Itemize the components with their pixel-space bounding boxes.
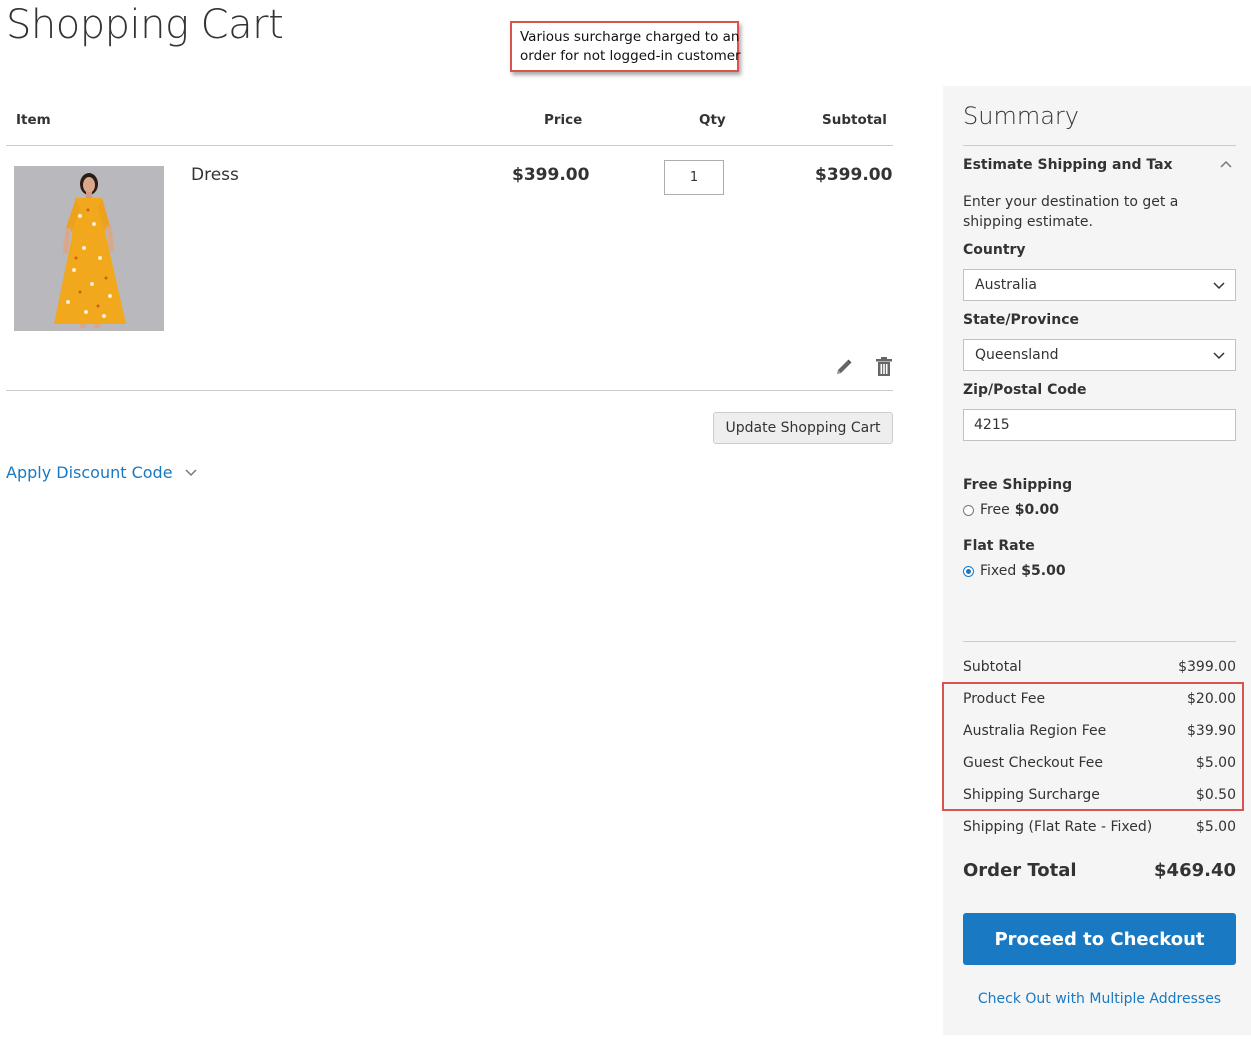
page-title: Shopping Cart	[6, 2, 284, 48]
flat-rate-price: $5.00	[1021, 563, 1066, 579]
flat-rate-radio[interactable]	[963, 565, 974, 577]
product-price: $399.00	[512, 165, 590, 185]
summary-title-divider	[963, 145, 1236, 146]
order-total-label: Order Total	[963, 860, 1077, 881]
header-divider	[6, 145, 893, 146]
country-select[interactable]: Australia	[963, 269, 1236, 301]
state-select-value: Queensland	[975, 347, 1059, 363]
free-shipping-radio[interactable]	[963, 504, 974, 516]
apply-discount-toggle[interactable]: Apply Discount Code	[6, 463, 197, 482]
free-shipping-title: Free Shipping	[963, 477, 1073, 493]
country-select-value: Australia	[975, 277, 1037, 293]
chevron-up-icon[interactable]	[1220, 160, 1232, 168]
row-divider	[6, 390, 893, 391]
order-total-value: $469.40	[1154, 860, 1236, 881]
totals-row-shipping: Shipping (Flat Rate - Fixed) $5.00	[963, 819, 1236, 835]
chevron-down-icon	[1213, 352, 1225, 360]
flat-rate-title: Flat Rate	[963, 538, 1035, 554]
order-total: Order Total $469.40	[963, 860, 1236, 881]
column-header-qty: Qty	[699, 112, 726, 128]
estimate-shipping-toggle[interactable]: Estimate Shipping and Tax	[963, 157, 1173, 173]
summary-title: Summary	[963, 102, 1079, 130]
free-shipping-option[interactable]: Free $0.00	[963, 502, 1059, 518]
trash-icon[interactable]	[875, 357, 893, 377]
product-image[interactable]	[14, 166, 164, 331]
zip-input[interactable]: 4215	[963, 409, 1236, 441]
free-shipping-price: $0.00	[1014, 502, 1060, 518]
update-cart-button[interactable]: Update Shopping Cart	[713, 412, 893, 444]
product-name[interactable]: Dress	[191, 165, 239, 185]
totals-row-subtotal: Subtotal $399.00	[963, 659, 1236, 675]
callout-line-1: Various surcharge charged to an	[520, 29, 740, 45]
totals-label: Shipping (Flat Rate - Fixed)	[963, 819, 1153, 835]
surcharge-highlight-box	[942, 682, 1244, 811]
proceed-to-checkout-button[interactable]: Proceed to Checkout	[963, 913, 1236, 965]
flat-rate-option[interactable]: Fixed $5.00	[963, 563, 1066, 579]
free-shipping-option-label: Free	[980, 502, 1010, 518]
qty-input[interactable]	[664, 160, 724, 195]
flat-rate-option-label: Fixed	[980, 563, 1017, 579]
apply-discount-label: Apply Discount Code	[6, 463, 173, 482]
chevron-down-icon	[185, 468, 197, 476]
state-select[interactable]: Queensland	[963, 339, 1236, 371]
totals-value: $5.00	[1195, 819, 1236, 835]
multi-address-checkout-link[interactable]: Check Out with Multiple Addresses	[963, 991, 1236, 1007]
column-header-price: Price	[544, 112, 583, 128]
totals-value: $399.00	[1178, 659, 1236, 675]
pencil-icon[interactable]	[835, 358, 853, 376]
totals-label: Subtotal	[963, 659, 1022, 675]
estimate-description: Enter your destination to get a shipping…	[963, 194, 1179, 230]
state-label: State/Province	[963, 312, 1079, 328]
zip-label: Zip/Postal Code	[963, 382, 1087, 398]
callout-line-2: order for not logged-in customer	[520, 48, 741, 64]
country-label: Country	[963, 242, 1026, 258]
totals-divider	[963, 641, 1236, 642]
chevron-down-icon	[1213, 282, 1225, 290]
annotation-callout: Various surcharge charged to an order fo…	[510, 21, 741, 72]
column-header-item: Item	[16, 112, 51, 128]
column-header-subtotal: Subtotal	[822, 112, 887, 128]
product-subtotal: $399.00	[815, 165, 893, 185]
